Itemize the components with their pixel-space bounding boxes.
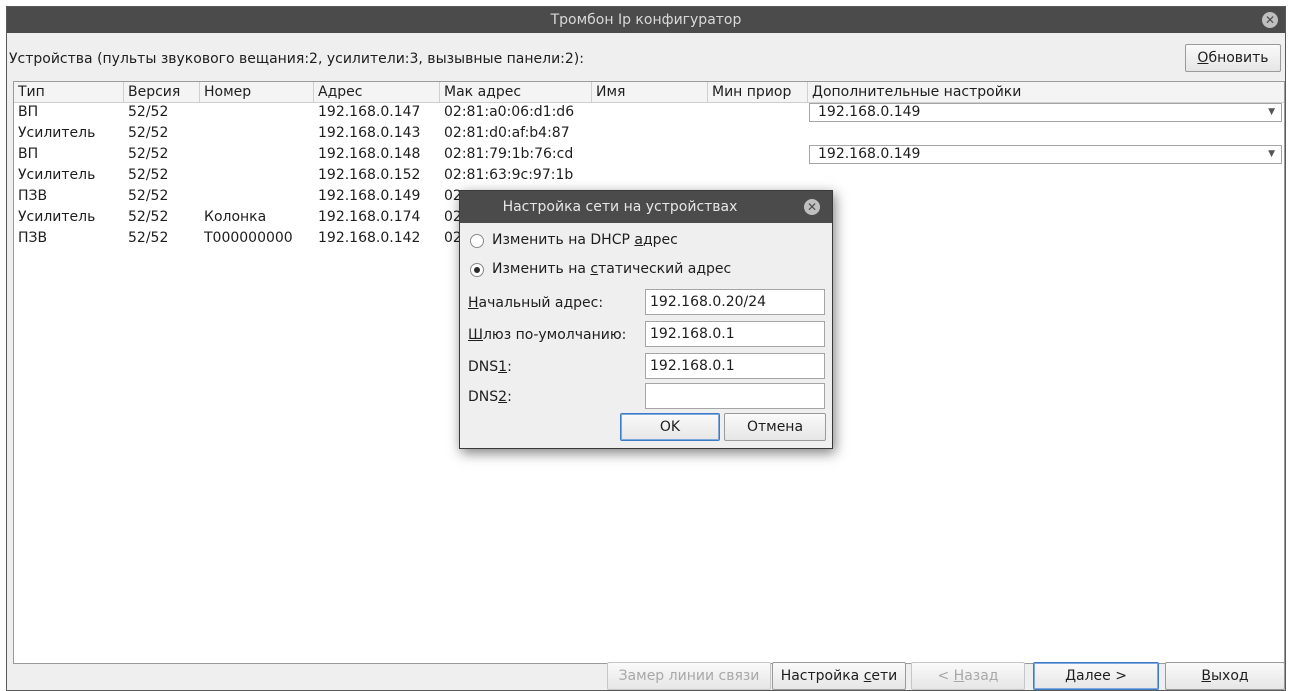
column-header[interactable]: Тип — [14, 82, 124, 102]
radio-dhcp-label[interactable]: Изменить на DHCP адрес — [492, 232, 678, 248]
exit-button[interactable]: Выход — [1165, 662, 1285, 690]
cell-mac: 02:81:a0:06:d1:d6 — [444, 104, 575, 120]
cell-number — [200, 186, 314, 207]
cell-number: Колонка — [204, 209, 267, 225]
dialog-title-bar: Настройка сети на устройствах ✕ — [460, 191, 832, 223]
next-button[interactable]: Далее > — [1033, 662, 1159, 690]
window-title: Тромбон Ip конфигуратор — [550, 12, 742, 28]
table-header: Тип Версия Номер Адрес Мак адрес Имя Мин… — [14, 82, 1284, 103]
extra-settings-combo[interactable]: 192.168.0.149 ▼ — [809, 103, 1282, 122]
dns1-input[interactable]: 192.168.0.1 — [645, 353, 825, 379]
gateway-label: Шлюз по-умолчанию: — [468, 327, 627, 343]
column-header[interactable]: Дополнительные настройки — [808, 82, 1284, 102]
dropdown-arrow-icon[interactable]: ▼ — [1268, 104, 1275, 121]
start-address-label: Начальный адрес: — [468, 295, 604, 311]
cell-version: 52/52 — [128, 230, 169, 246]
column-header[interactable]: Номер — [200, 82, 314, 102]
close-icon[interactable]: ✕ — [1262, 12, 1278, 28]
cell-type: Усилитель — [18, 209, 96, 225]
cell-address: 192.168.0.142 — [318, 230, 421, 246]
extra-settings-combo[interactable]: 192.168.0.149 ▼ — [809, 145, 1282, 164]
cell-number — [200, 102, 314, 123]
column-header[interactable]: Имя — [592, 82, 708, 102]
cell-mac: 02:81:d0:af:b4:87 — [444, 125, 570, 141]
cancel-button[interactable]: Отмена — [724, 413, 826, 441]
cell-number: T000000000 — [204, 230, 293, 246]
cell-version: 52/52 — [128, 125, 169, 141]
cell-version: 52/52 — [128, 104, 169, 120]
column-header[interactable]: Мин приор — [708, 82, 808, 102]
cell-type: ВП — [18, 146, 39, 162]
dns1-label: DNS1: — [468, 359, 512, 375]
cell-address: 192.168.0.149 — [318, 188, 421, 204]
cell-mac: 02:81:79:1b:76:cd — [444, 146, 574, 162]
cell-version: 52/52 — [128, 167, 169, 183]
cell-type: ВП — [18, 104, 39, 120]
cell-address: 192.168.0.147 — [318, 104, 421, 120]
cell-address: 192.168.0.143 — [318, 125, 421, 141]
dns2-label: DNS2: — [468, 389, 512, 405]
cell-address: 192.168.0.174 — [318, 209, 421, 225]
cell-number — [200, 123, 314, 144]
radio-dhcp[interactable] — [470, 234, 484, 248]
combo-value: 192.168.0.149 — [818, 104, 921, 120]
radio-static-label[interactable]: Изменить на статический адрес — [492, 261, 731, 277]
cell-version: 52/52 — [128, 146, 169, 162]
table-row[interactable]: ВП 52/52 192.168.0.147 02:81:a0:06:d1:d6… — [14, 102, 1284, 123]
network-settings-button[interactable]: Настройка сети — [772, 662, 906, 690]
dropdown-arrow-icon[interactable]: ▼ — [1268, 146, 1275, 163]
title-bar: Тромбон Ip конфигуратор ✕ — [7, 7, 1285, 33]
column-header[interactable]: Мак адрес — [440, 82, 592, 102]
devices-summary: Устройства (пульты звукового вещания:2, … — [9, 51, 584, 67]
column-header[interactable]: Версия — [124, 82, 200, 102]
ok-button[interactable]: OK — [620, 413, 720, 441]
cell-address: 192.168.0.152 — [318, 167, 421, 183]
cell-type: Усилитель — [18, 167, 96, 183]
table-row[interactable]: Усилитель 52/52 192.168.0.143 02:81:d0:a… — [14, 123, 1284, 144]
combo-value: 192.168.0.149 — [818, 146, 921, 162]
cell-version: 52/52 — [128, 209, 169, 225]
cell-type: ПЗВ — [18, 230, 48, 246]
measure-link-button[interactable]: Замер линии связи — [607, 662, 771, 690]
cell-version: 52/52 — [128, 188, 169, 204]
cell-address: 192.168.0.148 — [318, 146, 421, 162]
cell-mac: 02:81:63:9c:97:1b — [444, 167, 574, 183]
cell-type: Усилитель — [18, 125, 96, 141]
table-row[interactable]: Усилитель 52/52 192.168.0.152 02:81:63:9… — [14, 165, 1284, 186]
column-header[interactable]: Адрес — [314, 82, 440, 102]
gateway-input[interactable]: 192.168.0.1 — [645, 321, 825, 347]
cell-type: ПЗВ — [18, 188, 48, 204]
table-row[interactable]: ВП 52/52 192.168.0.148 02:81:79:1b:76:cd… — [14, 144, 1284, 165]
radio-static[interactable] — [470, 263, 484, 277]
start-address-input[interactable]: 192.168.0.20/24 — [645, 289, 825, 315]
dns2-input[interactable] — [645, 383, 825, 409]
refresh-button[interactable]: Обновить — [1185, 44, 1281, 72]
network-settings-dialog: Настройка сети на устройствах ✕ Изменить… — [459, 190, 833, 449]
back-button[interactable]: < Назад — [911, 662, 1025, 690]
cell-number — [200, 165, 314, 186]
cell-number — [200, 144, 314, 165]
dialog-close-icon[interactable]: ✕ — [804, 199, 820, 215]
dialog-title: Настройка сети на устройствах — [502, 199, 738, 215]
